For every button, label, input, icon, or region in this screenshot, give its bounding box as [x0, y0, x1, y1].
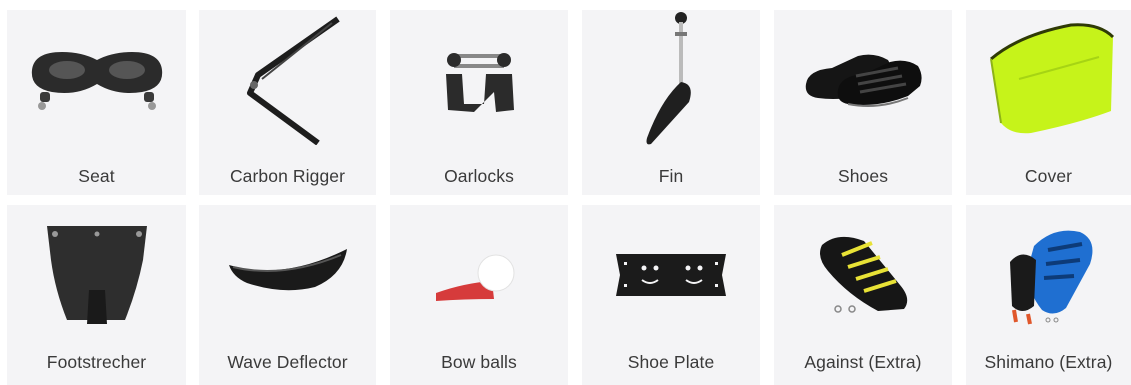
product-label: Shoes	[837, 166, 889, 186]
product-tile-wave-deflector[interactable]: Wave Deflector	[199, 205, 376, 385]
product-tile-shoe-plate[interactable]: Shoe Plate	[582, 205, 760, 385]
shoe-plate-image	[582, 205, 760, 345]
cover-image	[966, 10, 1131, 150]
product-label: Fin	[658, 166, 684, 186]
shoes-icon	[805, 54, 922, 107]
product-tile-fin[interactable]: Fin	[582, 10, 760, 195]
bow-balls-icon	[436, 254, 515, 301]
wave-deflector-image	[199, 205, 376, 345]
product-tile-footstretcher[interactable]: Footstrecher	[7, 205, 186, 385]
product-label: Wave Deflector	[227, 352, 348, 372]
product-tile-cover[interactable]: Cover	[966, 10, 1131, 195]
against-shoes-icon	[820, 236, 908, 313]
product-tile-bow-balls[interactable]: Bow balls	[390, 205, 568, 385]
against-shoes-image	[774, 205, 952, 345]
seat-icon	[31, 52, 162, 110]
carbon-rigger-icon	[246, 16, 340, 145]
footstretcher-image	[7, 205, 186, 345]
product-label: Shoe Plate	[627, 352, 715, 372]
cover-icon	[989, 23, 1114, 134]
shoes-image	[774, 10, 952, 150]
footstretcher-icon	[46, 226, 147, 324]
product-tile-shoes[interactable]: Shoes	[774, 10, 952, 195]
product-label: Footstrecher	[46, 352, 147, 372]
product-label: Carbon Rigger	[229, 166, 346, 186]
product-label: Against (Extra)	[804, 352, 922, 372]
product-label: Bow balls	[441, 352, 517, 372]
oarlocks-icon	[446, 53, 514, 112]
product-grid: Seat Carbon Rigger Oarlocks Fin Shoes Co…	[0, 0, 1131, 385]
bow-balls-image	[390, 205, 568, 345]
shoe-plate-icon	[616, 254, 726, 296]
shimano-shoes-icon	[1009, 230, 1092, 325]
product-tile-against[interactable]: Against (Extra)	[774, 205, 952, 385]
product-label: Shimano (Extra)	[984, 352, 1113, 372]
fin-image	[582, 10, 760, 150]
shimano-shoes-image	[966, 205, 1131, 345]
product-label: Cover	[1024, 166, 1073, 186]
product-tile-seat[interactable]: Seat	[7, 10, 186, 195]
product-tile-carbon-rigger[interactable]: Carbon Rigger	[199, 10, 376, 195]
product-label: Seat	[78, 166, 115, 186]
fin-icon	[646, 12, 691, 145]
seat-image	[7, 10, 186, 150]
product-tile-shimano[interactable]: Shimano (Extra)	[966, 205, 1131, 385]
oarlocks-image	[390, 10, 568, 150]
product-tile-oarlocks[interactable]: Oarlocks	[390, 10, 568, 195]
carbon-rigger-image	[199, 10, 376, 150]
product-label: Oarlocks	[444, 166, 514, 186]
wave-deflector-icon	[228, 249, 347, 291]
